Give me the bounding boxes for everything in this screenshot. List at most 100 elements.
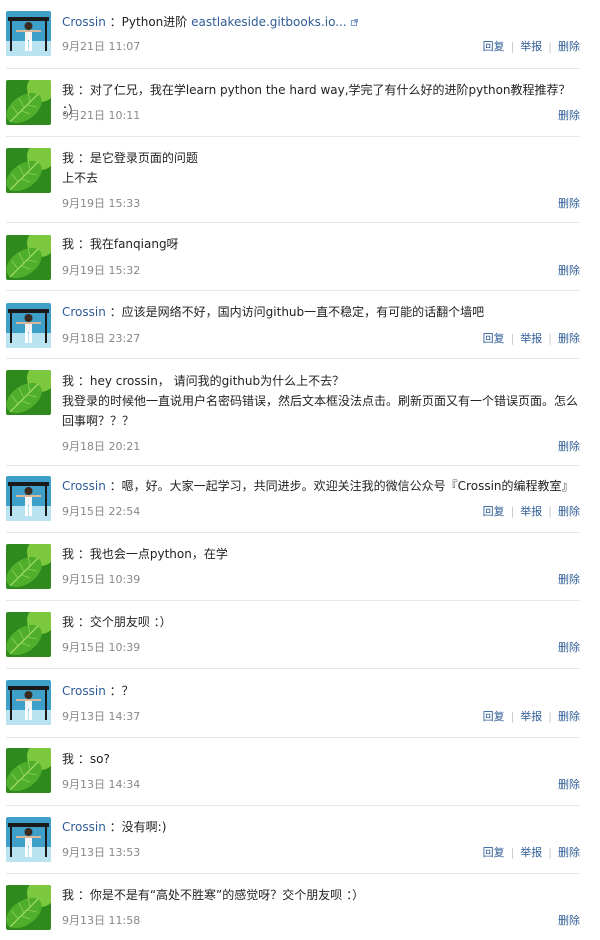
crossin-avatar-icon [6, 11, 51, 56]
avatar[interactable] [6, 612, 51, 657]
avatar[interactable] [6, 148, 51, 193]
message-time: 9月13日 13:53 [62, 846, 141, 859]
message-actions: 回复 | 举报 | 删除 [483, 503, 580, 519]
leaf-avatar-icon [6, 235, 51, 280]
delete-button[interactable]: 删除 [558, 264, 580, 277]
delete-button[interactable]: 删除 [558, 40, 580, 53]
message-time: 9月13日 11:58 [62, 914, 141, 927]
item-separator [6, 805, 580, 806]
item-separator [6, 68, 580, 69]
message-time: 9月13日 14:34 [62, 778, 141, 791]
item-separator [6, 290, 580, 291]
reply-button[interactable]: 回复 [483, 710, 505, 723]
author-name: 我 [62, 888, 75, 902]
item-separator [6, 668, 580, 669]
divider: | [510, 710, 515, 723]
crossin-avatar-icon [6, 476, 51, 521]
item-separator [6, 737, 580, 738]
message-time: 9月19日 15:33 [62, 197, 141, 210]
item-separator [6, 873, 580, 874]
leaf-avatar-icon [6, 544, 51, 589]
author-name: 我 [62, 151, 75, 165]
delete-button[interactable]: 删除 [558, 197, 580, 210]
message-time: 9月13日 14:37 [62, 710, 141, 723]
delete-button[interactable]: 删除 [558, 710, 580, 723]
avatar[interactable] [6, 680, 51, 725]
item-separator [6, 465, 580, 466]
reply-button[interactable]: 回复 [483, 40, 505, 53]
avatar[interactable] [6, 544, 51, 589]
message-text: 没有啊:) [121, 820, 167, 834]
message-text: ？ [121, 684, 134, 698]
avatar[interactable] [6, 303, 51, 348]
leaf-avatar-icon [6, 148, 51, 193]
message-actions: 删除 [558, 571, 580, 587]
report-button[interactable]: 举报 [520, 710, 542, 723]
author-name: 我 [62, 374, 75, 388]
delete-button[interactable]: 删除 [558, 778, 580, 791]
delete-button[interactable]: 删除 [558, 332, 580, 345]
leaf-avatar-icon [6, 748, 51, 793]
message-text: 是它登录页面的问题 [89, 151, 198, 165]
divider: | [510, 332, 515, 345]
avatar[interactable] [6, 748, 51, 793]
author-separator: ： [105, 820, 122, 834]
report-button[interactable]: 举报 [520, 332, 542, 345]
report-button[interactable]: 举报 [520, 846, 542, 859]
avatar[interactable] [6, 817, 51, 862]
message-actions: 回复 | 举报 | 删除 [483, 844, 580, 860]
message-text: 我在fanqiang呀 [89, 237, 179, 251]
author-name[interactable]: Crossin [62, 479, 106, 493]
reply-button[interactable]: 回复 [483, 846, 505, 859]
delete-button[interactable]: 删除 [558, 440, 580, 453]
message-text: 我也会一点python，在学 [89, 547, 228, 561]
report-button[interactable]: 举报 [520, 40, 542, 53]
avatar[interactable] [6, 476, 51, 521]
item-separator [6, 222, 580, 223]
avatar[interactable] [6, 235, 51, 280]
message-link[interactable]: eastlakeside.gitbooks.io... [191, 15, 347, 29]
author-name[interactable]: Crossin [62, 15, 106, 29]
author-separator: ： [74, 547, 90, 561]
avatar[interactable] [6, 11, 51, 56]
author-separator: ： [74, 752, 90, 766]
author-separator: ： [74, 615, 90, 629]
message-text: 应该是网络不好，国内访问github一直不稳定，有可能的话翻个墙吧 [121, 305, 485, 319]
leaf-avatar-icon [6, 885, 51, 930]
avatar[interactable] [6, 370, 51, 415]
report-button[interactable]: 举报 [520, 505, 542, 518]
message-list: Crossin ：Python进阶 eastlakeside.gitbooks.… [0, 0, 600, 940]
message-time: 9月21日 10:11 [62, 109, 141, 122]
avatar[interactable] [6, 885, 51, 930]
author-separator: ： [105, 684, 122, 698]
author-separator: ： [105, 305, 122, 319]
item-separator [6, 358, 580, 359]
delete-button[interactable]: 删除 [558, 846, 580, 859]
delete-button[interactable]: 删除 [558, 109, 580, 122]
message-time: 9月18日 23:27 [62, 332, 141, 345]
author-name[interactable]: Crossin [62, 684, 106, 698]
avatar[interactable] [6, 80, 51, 125]
leaf-avatar-icon [6, 370, 51, 415]
delete-button[interactable]: 删除 [558, 573, 580, 586]
message-text: Python进阶 [121, 15, 192, 29]
message-actions: 删除 [558, 776, 580, 792]
reply-button[interactable]: 回复 [483, 332, 505, 345]
author-name: 我 [62, 237, 75, 251]
message-actions: 删除 [558, 262, 580, 278]
divider: | [548, 505, 552, 518]
item-separator [6, 600, 580, 601]
message-actions: 删除 [558, 639, 580, 655]
author-name[interactable]: Crossin [62, 305, 106, 319]
divider: | [510, 846, 515, 859]
author-name: 我 [62, 83, 75, 97]
message-actions: 回复 | 举报 | 删除 [483, 330, 580, 346]
crossin-avatar-icon [6, 817, 51, 862]
delete-button[interactable]: 删除 [558, 914, 580, 927]
author-separator: ： [105, 15, 122, 29]
delete-button[interactable]: 删除 [558, 505, 580, 518]
reply-button[interactable]: 回复 [483, 505, 505, 518]
delete-button[interactable]: 删除 [558, 641, 580, 654]
author-separator: ： [74, 83, 90, 97]
author-name[interactable]: Crossin [62, 820, 106, 834]
